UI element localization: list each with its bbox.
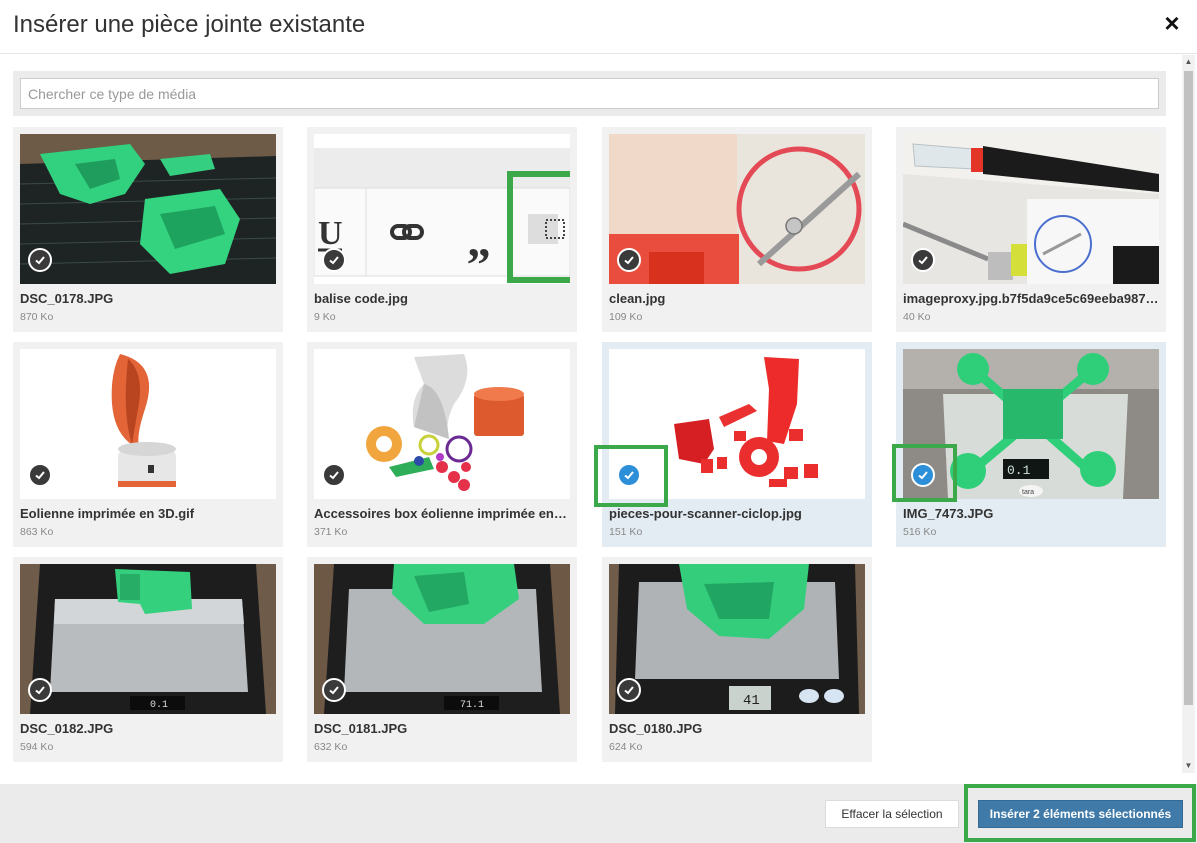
search-input[interactable] (20, 78, 1159, 109)
scale-readout: 0.1 (150, 700, 168, 711)
thumbnail-image: 0.1 tara (903, 349, 1159, 499)
check-icon[interactable] (28, 248, 52, 272)
attachment-tile[interactable]: U „ balise code.jpg 9 Ko (307, 127, 577, 332)
attachment-tile[interactable]: imageproxy.jpg.b7f5da9ce5c69eeba987… 40 … (896, 127, 1166, 332)
scrollbar-thumb[interactable] (1184, 71, 1193, 705)
attachment-tile-selected[interactable]: 0.1 tara IMG_7473.JPG 516 Ko (896, 342, 1166, 547)
attachment-size: 594 Ko (20, 741, 54, 753)
thumbnail-image (20, 349, 276, 499)
attachment-name: DSC_0182.JPG (20, 721, 114, 736)
attachment-size: 151 Ko (609, 526, 643, 538)
check-icon[interactable] (911, 463, 935, 487)
check-icon[interactable] (617, 678, 641, 702)
scrollbar[interactable]: ▲ ▼ (1182, 55, 1195, 773)
check-icon[interactable] (911, 248, 935, 272)
attachment-size: 109 Ko (609, 311, 643, 323)
attachment-name: DSC_0178.JPG (20, 291, 114, 306)
check-icon[interactable] (322, 678, 346, 702)
attachment-name: Accessoires box éolienne imprimée en… (314, 506, 567, 521)
attachment-size: 863 Ko (20, 526, 54, 538)
attachment-size: 40 Ko (903, 311, 931, 323)
dialog-footer: Effacer la sélection Insérer 2 éléments … (0, 784, 1197, 843)
arrow-down-icon[interactable]: ▼ (1182, 759, 1195, 773)
scale-brand: tara (1022, 489, 1034, 496)
media-library: DSC_0178.JPG 870 Ko U „ bal (0, 55, 1197, 773)
attachment-tile[interactable]: Eolienne imprimée en 3D.gif 863 Ko (13, 342, 283, 547)
quote-glyph: „ (467, 214, 491, 267)
attachment-tile[interactable]: DSC_0178.JPG 870 Ko (13, 127, 283, 332)
thumbnail-image: 71.1 (314, 564, 570, 714)
attachment-name: IMG_7473.JPG (903, 506, 994, 521)
attachment-name: clean.jpg (609, 291, 666, 306)
attachment-tile[interactable]: 41 DSC_0180.JPG 624 Ko (602, 557, 872, 762)
dialog-header: Insérer une pièce jointe existante × (0, 0, 1197, 54)
scale-readout: 0.1 (1007, 463, 1031, 478)
thumbnail-image: 0.1 (20, 564, 276, 714)
attachment-size: 9 Ko (314, 311, 336, 323)
check-icon[interactable] (322, 463, 346, 487)
attachment-tile[interactable]: 0.1 DSC_0182.JPG 594 Ko (13, 557, 283, 762)
attachment-name: Eolienne imprimée en 3D.gif (20, 506, 195, 521)
attachment-name: DSC_0181.JPG (314, 721, 408, 736)
check-icon[interactable] (28, 678, 52, 702)
scale-readout: 41 (743, 693, 760, 709)
attachment-size: 516 Ko (903, 526, 937, 538)
thumbnail-image (609, 349, 865, 499)
attachment-tile[interactable]: Accessoires box éolienne imprimée en… 37… (307, 342, 577, 547)
dialog-title: Insérer une pièce jointe existante (13, 11, 366, 38)
close-icon[interactable]: × (1159, 10, 1185, 36)
attachment-size: 632 Ko (314, 741, 348, 753)
thumbnail-image: U „ (314, 134, 570, 284)
scale-readout: 71.1 (460, 700, 484, 711)
thumbnail-image (609, 134, 865, 284)
arrow-up-icon[interactable]: ▲ (1182, 55, 1195, 69)
underline-glyph: U (318, 215, 343, 252)
attachment-name: balise code.jpg (314, 291, 408, 306)
attachment-name: DSC_0180.JPG (609, 721, 703, 736)
check-icon[interactable] (322, 248, 346, 272)
attachment-tile-selected[interactable]: pieces-pour-scanner-ciclop.jpg 151 Ko (602, 342, 872, 547)
attachment-size: 624 Ko (609, 741, 643, 753)
attachment-tile[interactable]: clean.jpg 109 Ko (602, 127, 872, 332)
attachment-size: 870 Ko (20, 311, 54, 323)
thumbnail-image (314, 349, 570, 499)
thumbnail-image: 41 (609, 564, 865, 714)
search-bar (13, 71, 1166, 116)
thumbnail-image (903, 134, 1159, 284)
check-icon[interactable] (617, 463, 641, 487)
thumbnail-image (20, 134, 276, 284)
check-icon[interactable] (28, 463, 52, 487)
check-icon[interactable] (617, 248, 641, 272)
clear-selection-button[interactable]: Effacer la sélection (825, 800, 959, 828)
attachment-name: pieces-pour-scanner-ciclop.jpg (609, 506, 802, 521)
insert-selected-button[interactable]: Insérer 2 éléments sélectionnés (978, 800, 1183, 828)
attachment-tile[interactable]: 71.1 DSC_0181.JPG 632 Ko (307, 557, 577, 762)
attachment-name: imageproxy.jpg.b7f5da9ce5c69eeba987… (903, 291, 1159, 306)
attachment-size: 371 Ko (314, 526, 348, 538)
